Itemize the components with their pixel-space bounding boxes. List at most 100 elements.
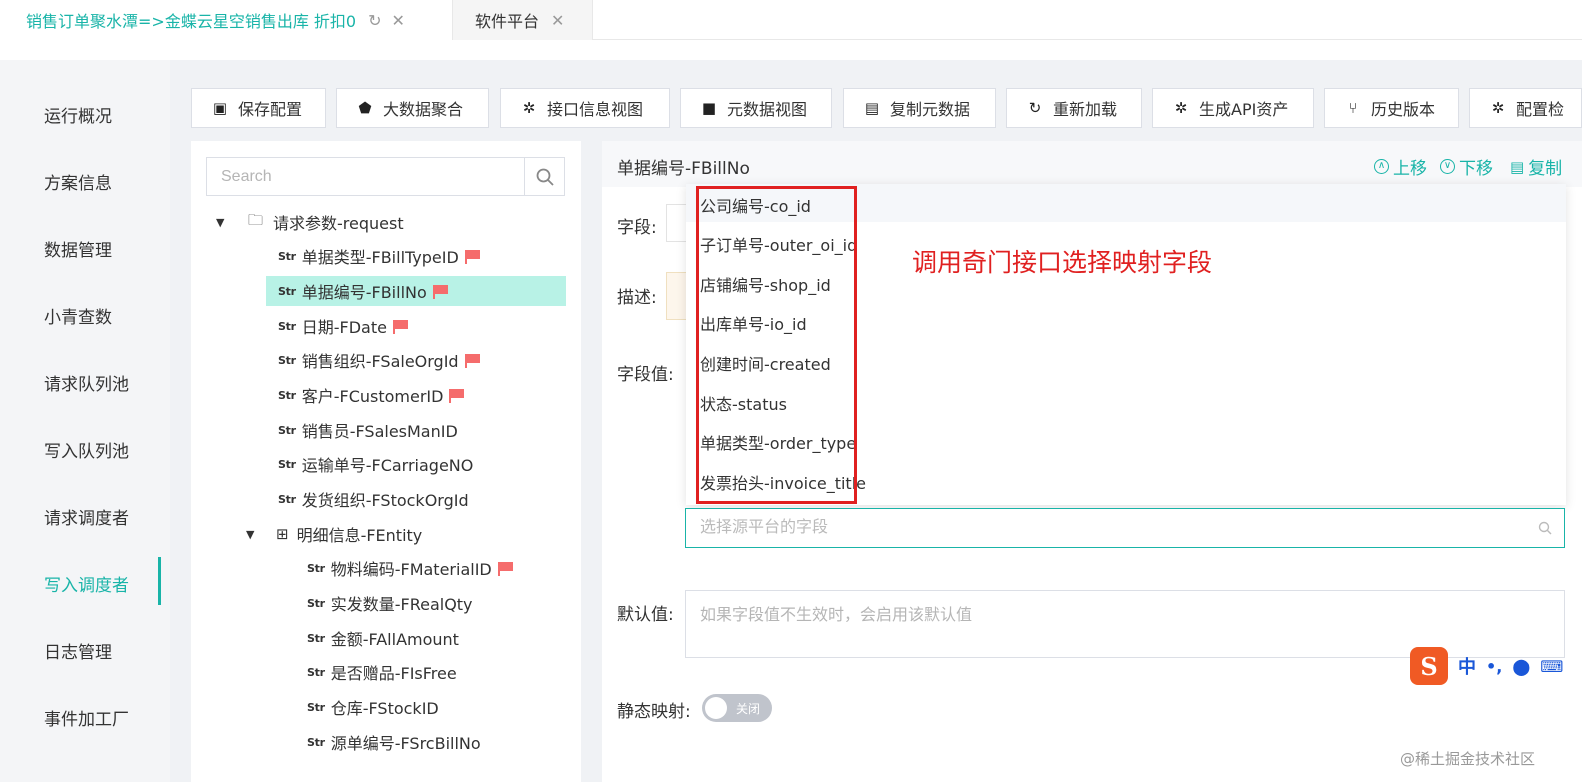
- copy-metadata-button[interactable]: ▤ 复制元数据: [843, 88, 996, 128]
- tree-row[interactable]: Str 金额-FAllAmount: [295, 623, 459, 653]
- string-type-icon: Str: [307, 596, 325, 610]
- metadata-view-button[interactable]: ■ 元数据视图: [680, 88, 832, 128]
- interface-view-button[interactable]: ✲ 接口信息视图: [500, 88, 670, 128]
- link-icon: ✲: [1174, 99, 1188, 117]
- tree-node-label: 源单编号-FSrcBillNo: [330, 734, 481, 753]
- tree-node-label: 物料编码-FMaterialID: [330, 560, 492, 579]
- sogou-logo-icon[interactable]: S: [1410, 647, 1448, 685]
- tree-row-selected[interactable]: Str 单据编号-FBillNo: [266, 276, 566, 306]
- ime-mode-toggle[interactable]: 中: [1458, 653, 1476, 679]
- punctuation-icon[interactable]: •,: [1486, 657, 1502, 676]
- tree-node-label: 仓库-FStockID: [330, 699, 439, 718]
- field-label: 字段:: [617, 218, 657, 238]
- sidebar-item-data[interactable]: 数据管理: [44, 236, 112, 261]
- description-input[interactable]: [666, 272, 686, 320]
- sidebar-item-request-scheduler[interactable]: 请求调度者: [44, 504, 129, 529]
- flag-icon: [432, 284, 448, 299]
- save-config-button[interactable]: ▣ 保存配置: [191, 88, 326, 128]
- tree-node-label: 销售员-FSalesManID: [301, 422, 458, 441]
- sidebar-item-logs[interactable]: 日志管理: [44, 638, 112, 663]
- field-input[interactable]: [666, 204, 686, 242]
- tree-row[interactable]: Str 源单编号-FSrcBillNo: [295, 727, 481, 757]
- string-type-icon: Str: [278, 284, 296, 298]
- tree-row[interactable]: Str 日期-FDate: [266, 311, 408, 341]
- source-field-input[interactable]: [686, 509, 1526, 547]
- tree-node-label: 实发数量-FRealQty: [330, 595, 473, 614]
- string-type-icon: Str: [278, 492, 296, 506]
- caret-down-icon[interactable]: ▼: [216, 216, 224, 229]
- sidebar-item-event-factory[interactable]: 事件加工厂: [44, 705, 129, 730]
- chevron-down-icon: ∨: [1440, 159, 1455, 174]
- string-type-icon: Str: [278, 423, 296, 437]
- close-icon[interactable]: ✕: [551, 11, 564, 30]
- copy-icon: ▤: [1510, 157, 1525, 176]
- tree-node-request[interactable]: ▼ 🗀 请求参数-request: [206, 207, 404, 237]
- tree-node-label: 单据类型-FBillTypeID: [301, 248, 459, 267]
- sidebar-item-overview[interactable]: 运行概况: [44, 102, 112, 127]
- copy-button[interactable]: ▤ 复制: [1510, 154, 1562, 180]
- tree-node-label: 日期-FDate: [301, 318, 387, 337]
- static-mapping-label: 静态映射:: [617, 702, 691, 722]
- move-up-button[interactable]: ∧ 上移: [1374, 154, 1427, 179]
- tree-row[interactable]: Str 仓库-FStockID: [295, 692, 439, 722]
- tree-node-entity[interactable]: ▼ ⊞ 明细信息-FEntity: [236, 519, 422, 549]
- tree-row[interactable]: Str 客户-FCustomerID: [266, 380, 465, 410]
- tab-solution[interactable]: 销售订单聚水潭=>金蝶云星空销售出库 折扣0 ↻ ✕: [0, 0, 452, 40]
- tree-node-label: 明细信息-FEntity: [296, 526, 423, 545]
- tree-row[interactable]: Str 发货组织-FStockOrgId: [266, 484, 469, 514]
- tree-row[interactable]: Str 销售组织-FSaleOrgId: [266, 345, 480, 375]
- move-down-button[interactable]: ∨ 下移: [1440, 154, 1493, 179]
- history-button[interactable]: ⑂ 历史版本: [1324, 88, 1459, 128]
- microphone-icon[interactable]: ⬤: [1512, 657, 1530, 676]
- sidebar-item-request-queue[interactable]: 请求队列池: [44, 370, 129, 395]
- link-icon: ✲: [1491, 99, 1505, 117]
- tree-node-label: 销售组织-FSaleOrgId: [301, 352, 459, 371]
- ime-toolbar: S 中 •, ⬤ ⌨: [1410, 646, 1582, 686]
- copy-icon: ▤: [864, 99, 880, 117]
- string-type-icon: Str: [307, 700, 325, 714]
- big-data-aggregate-button[interactable]: ⬟ 大数据聚合: [336, 88, 489, 128]
- tree-node-label: 请求参数-request: [273, 214, 404, 233]
- caret-down-icon[interactable]: ▼: [246, 528, 254, 541]
- flag-icon: [464, 249, 480, 264]
- string-type-icon: Str: [307, 665, 325, 679]
- tree-row[interactable]: Str 物料编码-FMaterialID: [295, 553, 513, 583]
- tree-row[interactable]: Str 实发数量-FRealQty: [295, 588, 473, 618]
- config-check-button[interactable]: ✲ 配置检: [1469, 88, 1582, 128]
- string-type-icon: Str: [278, 457, 296, 471]
- field-value-label: 字段值:: [617, 365, 674, 385]
- header-spacer: [0, 40, 1582, 60]
- search-icon[interactable]: [524, 158, 564, 195]
- tree-row[interactable]: Str 运输单号-FCarriageNO: [266, 449, 473, 479]
- tree-node-label: 运输单号-FCarriageNO: [301, 456, 474, 475]
- static-mapping-toggle[interactable]: 关闭: [702, 694, 772, 722]
- tree-row[interactable]: Str 是否赠品-FIsFree: [295, 657, 457, 687]
- save-icon: ▣: [212, 99, 228, 117]
- sidebar-active-indicator: [158, 557, 161, 605]
- sidebar-item-query[interactable]: 小青查数: [44, 303, 112, 328]
- table-icon: ⊞: [276, 525, 289, 543]
- refresh-icon[interactable]: ↻: [368, 11, 381, 30]
- generate-api-asset-button[interactable]: ✲ 生成API资产: [1152, 88, 1314, 128]
- string-type-icon: Str: [278, 353, 296, 367]
- close-icon[interactable]: ✕: [392, 11, 405, 30]
- reload-button[interactable]: ↻ 重新加载: [1006, 88, 1142, 128]
- tree-row[interactable]: Str 销售员-FSalesManID: [266, 415, 458, 445]
- sidebar-item-write-scheduler[interactable]: 写入调度者: [44, 571, 129, 596]
- search-input[interactable]: [207, 158, 525, 195]
- tree-row[interactable]: Str 单据类型-FBillTypeID: [266, 241, 480, 271]
- string-type-icon: Str: [307, 561, 325, 575]
- sidebar-item-write-queue[interactable]: 写入队列池: [44, 437, 129, 462]
- tab-bar: 销售订单聚水潭=>金蝶云星空销售出库 折扣0 ↻ ✕ 软件平台 ✕: [0, 0, 1582, 40]
- flag-icon: [497, 561, 513, 576]
- tab-platform[interactable]: 软件平台 ✕: [452, 0, 593, 40]
- source-field-select[interactable]: [685, 508, 1565, 548]
- reload-icon: ↻: [1028, 99, 1042, 117]
- sidebar-item-scheme[interactable]: 方案信息: [44, 169, 112, 194]
- search-icon: [1538, 520, 1552, 539]
- string-type-icon: Str: [278, 319, 296, 333]
- terminal-icon: ■: [701, 99, 717, 117]
- tree-search: [206, 157, 565, 196]
- keyboard-icon[interactable]: ⌨: [1540, 657, 1563, 676]
- tab-label: 软件平台: [475, 12, 540, 31]
